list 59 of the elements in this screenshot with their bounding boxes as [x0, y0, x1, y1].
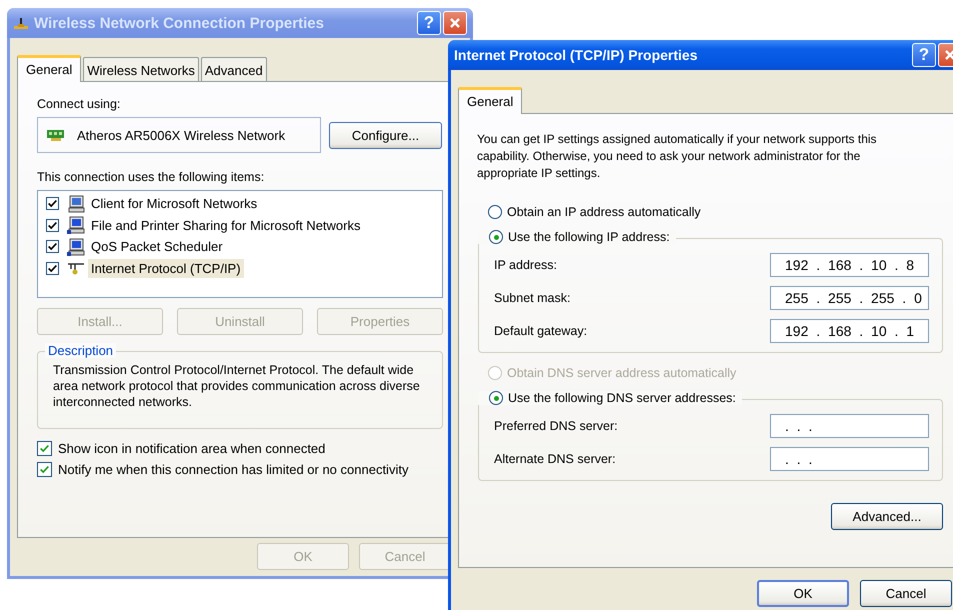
computer-icon	[67, 216, 85, 234]
tab[interactable]: General	[17, 55, 82, 82]
check-icon	[47, 220, 58, 231]
checkbox[interactable]	[46, 240, 59, 254]
radio-label: Use the following IP address:	[508, 230, 670, 244]
field-label: IP address:	[494, 258, 558, 272]
window-title: Internet Protocol (TCP/IP) Properties	[454, 47, 698, 63]
checkbox[interactable]	[37, 441, 52, 456]
field-label: Preferred DNS server:	[494, 419, 618, 433]
radio-label: Use the following DNS server addresses:	[508, 391, 736, 405]
tab[interactable]: General	[458, 87, 522, 114]
list-item[interactable]: QoS Packet Scheduler	[88, 237, 226, 256]
tab[interactable]: Wireless Networks	[83, 57, 199, 81]
list-item[interactable]: Internet Protocol (TCP/IP)	[88, 258, 244, 278]
list-item[interactable]: File and Printer Sharing for Microsoft Networks	[88, 216, 364, 235]
button[interactable]: Advanced...	[831, 503, 943, 530]
section-label: This connection uses the following items:	[37, 170, 266, 184]
ip-address-field[interactable]: 192 . 168 . 10 . 8	[770, 253, 929, 277]
network-card-icon	[47, 129, 67, 141]
section-label: Connect using:	[37, 97, 122, 111]
checkbox-label: Show icon in notification area when connected	[58, 441, 326, 456]
ip-address-field[interactable]: 192 . 168 . 10 . 1	[770, 319, 929, 343]
check-icon	[39, 443, 50, 454]
description-text: Transmission Control Protocol/Internet Protocol. The default wide area network protocol that provides communication across diverse interconnected networks.	[53, 362, 421, 410]
intro-text: You can get IP settings assigned automatically if your network supports this capability. Otherwise, you need to ask your network administrator for the appropriate IP settings.	[477, 131, 878, 182]
radio-label: Obtain an IP address automatically	[507, 205, 701, 219]
network-icon	[13, 15, 29, 31]
button[interactable]: Cancel	[860, 580, 952, 607]
button[interactable]: OK	[757, 580, 849, 607]
computer-icon	[67, 238, 85, 256]
check-icon	[47, 262, 58, 274]
close-icon	[449, 17, 461, 29]
checkbox-label: Notify me when this connection has limited or no connectivity	[58, 462, 408, 477]
ip-address-field[interactable]: . . .	[770, 447, 929, 471]
field-label: Default gateway:	[494, 324, 588, 338]
checkbox[interactable]	[37, 462, 52, 477]
ip-address-field[interactable]: 255 . 255 . 255 . 0	[770, 286, 929, 310]
list-item[interactable]: Client for Microsoft Networks	[88, 194, 260, 214]
computer-icon	[67, 194, 85, 213]
button[interactable]: Configure...	[329, 122, 442, 148]
radio-label: Obtain DNS server address automatically	[507, 366, 736, 380]
checkbox[interactable]	[46, 262, 59, 275]
checkbox[interactable]	[46, 218, 59, 232]
close-button[interactable]	[443, 11, 467, 35]
radio-button[interactable]	[488, 205, 502, 219]
tab[interactable]: Advanced	[200, 57, 267, 81]
checkbox[interactable]	[46, 197, 59, 210]
adapter-field: Atheros AR5006X Wireless Network	[37, 117, 321, 153]
radio-button[interactable]	[489, 391, 503, 405]
field-label: Alternate DNS server:	[494, 452, 616, 466]
field-label: Subnet mask:	[494, 291, 570, 305]
window-title: Wireless Network Connection Properties	[34, 14, 324, 32]
close-icon	[944, 49, 953, 61]
check-icon	[47, 241, 58, 252]
check-icon	[39, 464, 50, 475]
ip-address-field[interactable]: . . .	[770, 414, 929, 438]
check-icon	[47, 198, 58, 210]
radio-button[interactable]	[489, 230, 503, 244]
group-title: Description	[45, 343, 116, 358]
